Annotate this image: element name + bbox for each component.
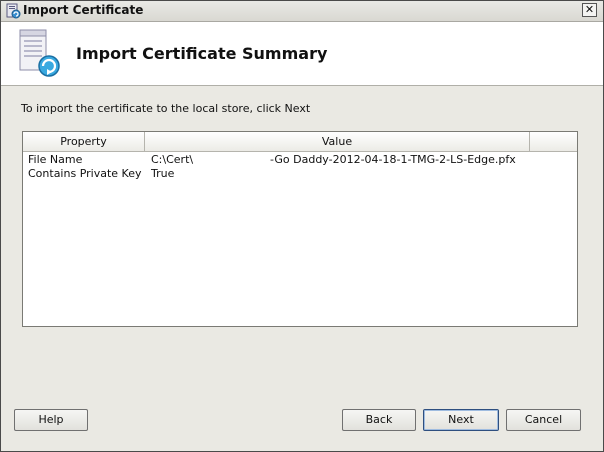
value-cell-suffix: -Go Daddy-2012-04-18-1-TMG-2-LS-Edge.pfx [270, 153, 516, 166]
help-button[interactable]: Help [14, 409, 88, 431]
value-cell: True [151, 167, 175, 180]
close-icon: ✕ [584, 3, 595, 16]
list-header: Property Value [23, 132, 577, 152]
import-certificate-window: Import Certificate ✕ Import Certificate … [0, 0, 604, 452]
cancel-button[interactable]: Cancel [506, 409, 581, 431]
list-item[interactable]: Contains Private Key True [23, 167, 577, 181]
page-title: Import Certificate Summary [76, 44, 328, 63]
property-cell: File Name [28, 153, 83, 166]
certificate-app-icon [6, 3, 21, 19]
next-button[interactable]: Next [423, 409, 499, 431]
wizard-header: Import Certificate Summary [1, 22, 603, 86]
property-cell: Contains Private Key [28, 167, 142, 180]
close-button[interactable]: ✕ [582, 3, 597, 17]
instruction-text: To import the certificate to the local s… [21, 102, 311, 115]
certificate-import-icon [19, 29, 60, 77]
column-header-property[interactable]: Property [23, 132, 145, 151]
back-button[interactable]: Back [342, 409, 416, 431]
title-bar[interactable]: Import Certificate ✕ [1, 1, 603, 22]
column-header-filler [530, 132, 577, 151]
column-header-value[interactable]: Value [145, 132, 530, 151]
value-cell: C:\Cert\ [151, 153, 194, 166]
summary-list[interactable]: Property Value File Name C:\Cert\ -Go Da… [22, 131, 578, 327]
window-title: Import Certificate [23, 3, 144, 17]
list-item[interactable]: File Name C:\Cert\ -Go Daddy-2012-04-18-… [23, 153, 577, 167]
